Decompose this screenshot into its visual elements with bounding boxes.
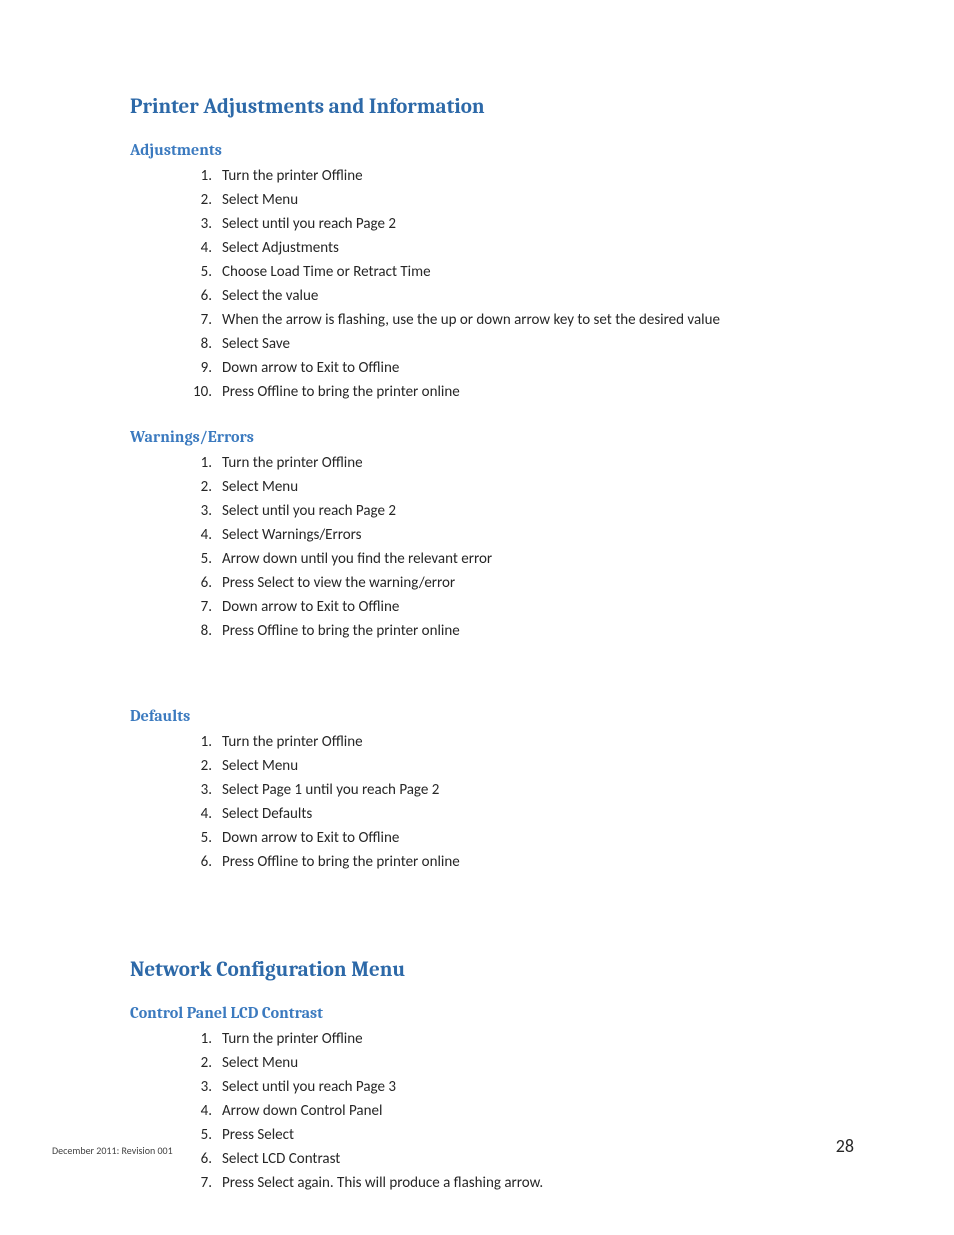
section-heading-2: Defaults	[130, 707, 854, 725]
instruction-item: Down arrow to Exit to Offline	[206, 595, 854, 619]
instruction-item: Select until you reach Page 2	[206, 499, 854, 523]
instruction-item: Down arrow to Exit to Offline	[206, 826, 854, 850]
instruction-item: Arrow down until you find the relevant e…	[206, 547, 854, 571]
instruction-item: Press Select again. This will produce a …	[206, 1171, 854, 1195]
section-heading-2: Adjustments	[130, 141, 854, 159]
section-heading-1: Printer Adjustments and Information	[130, 95, 854, 119]
instruction-item: Press Select to view the warning/error	[206, 571, 854, 595]
instruction-item: Select until you reach Page 3	[206, 1075, 854, 1099]
instruction-item: Turn the printer Offline	[206, 164, 854, 188]
instruction-item: Select Page 1 until you reach Page 2	[206, 778, 854, 802]
instruction-list: Turn the printer OfflineSelect MenuSelec…	[130, 730, 854, 874]
section-heading-2: Warnings/Errors	[130, 428, 854, 446]
instruction-item: Select until you reach Page 2	[206, 212, 854, 236]
instruction-item: Turn the printer Offline	[206, 1027, 854, 1051]
instruction-item: Choose Load Time or Retract Time	[206, 260, 854, 284]
footer-revision: December 2011: Revision 001	[52, 1144, 173, 1157]
instruction-item: Turn the printer Offline	[206, 451, 854, 475]
instruction-item: Select Menu	[206, 754, 854, 778]
document-content: Printer Adjustments and Information Adjus…	[130, 95, 854, 1195]
instruction-item: Turn the printer Offline	[206, 730, 854, 754]
instruction-list: Turn the printer OfflineSelect MenuSelec…	[130, 1027, 854, 1195]
instruction-list: Turn the printer OfflineSelect MenuSelec…	[130, 164, 854, 404]
instruction-item: Press Offline to bring the printer onlin…	[206, 619, 854, 643]
instruction-item: Arrow down Control Panel	[206, 1099, 854, 1123]
section-heading-2: Control Panel LCD Contrast	[130, 1004, 854, 1022]
instruction-item: Select the value	[206, 284, 854, 308]
instruction-item: Select Menu	[206, 475, 854, 499]
instruction-item: Select Save	[206, 332, 854, 356]
footer-page-number: 28	[836, 1135, 854, 1157]
section-gap	[130, 667, 854, 707]
instruction-item: Down arrow to Exit to Offline	[206, 356, 854, 380]
instruction-item: Press Offline to bring the printer onlin…	[206, 850, 854, 874]
instruction-list: Turn the printer OfflineSelect MenuSelec…	[130, 451, 854, 643]
section-gap	[130, 898, 854, 958]
section-heading-1: Network Configuration Menu	[130, 958, 854, 982]
document-page: Printer Adjustments and Information Adjus…	[0, 0, 954, 1235]
instruction-item: Select Menu	[206, 188, 854, 212]
instruction-item: Press Offline to bring the printer onlin…	[206, 380, 854, 404]
instruction-item: When the arrow is flashing, use the up o…	[206, 308, 854, 332]
instruction-item: Select Warnings/Errors	[206, 523, 854, 547]
page-footer: December 2011: Revision 001 28	[52, 1135, 854, 1157]
instruction-item: Select Menu	[206, 1051, 854, 1075]
instruction-item: Select Adjustments	[206, 236, 854, 260]
instruction-item: Select Defaults	[206, 802, 854, 826]
